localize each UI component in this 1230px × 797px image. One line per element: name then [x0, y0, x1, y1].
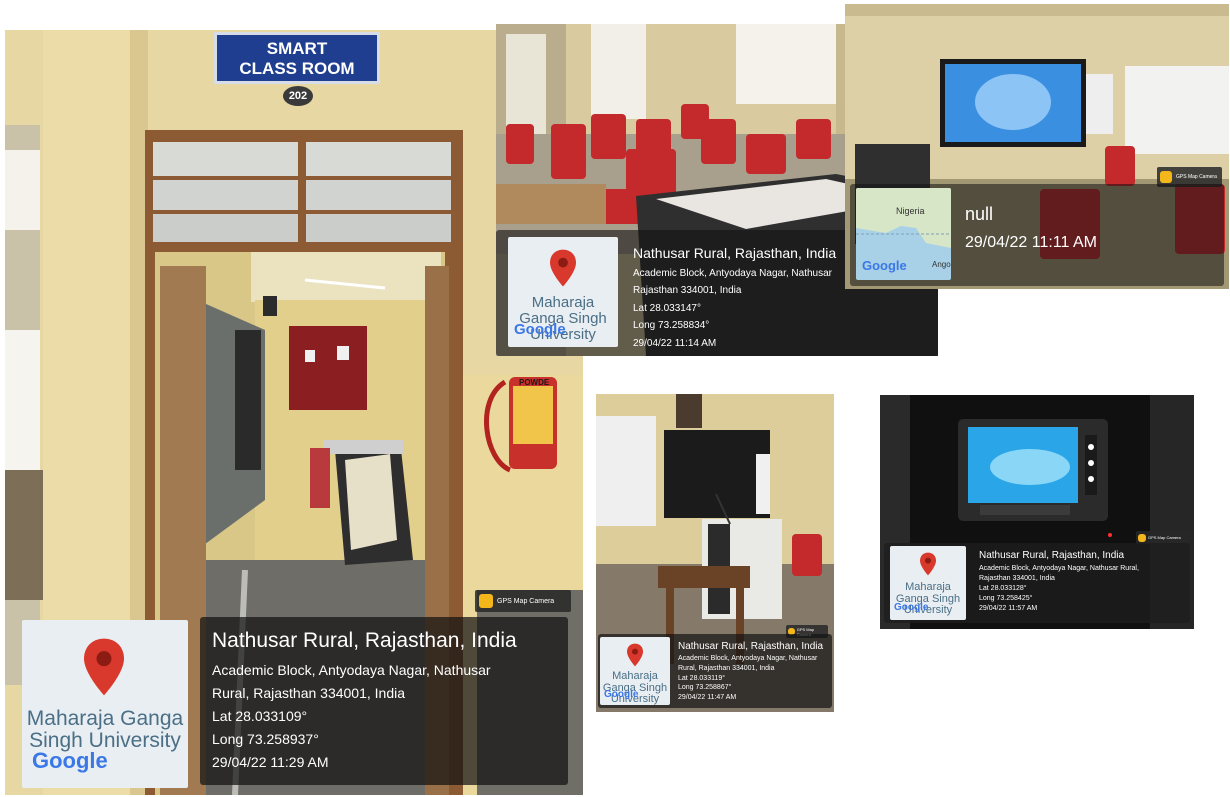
- google-logo: Google: [862, 258, 907, 273]
- map-university-label: Maharaja Ganga Singh University: [26, 707, 184, 753]
- gps-address-line-2: Rural, Rajasthan 334001, India: [212, 685, 406, 702]
- gps-address-line-1: Academic Block, Antyodaya Nagar, Nathusa…: [979, 564, 1139, 572]
- gps-location-title: null: [965, 204, 994, 224]
- gps-longitude: Long 73.258867°: [678, 684, 732, 692]
- map-pin-icon: [84, 638, 124, 696]
- gps-longitude: Long 73.258425°: [979, 594, 1033, 602]
- google-logo: Google: [32, 748, 108, 773]
- gps-location-title: Nathusar Rural, Rajasthan, India: [633, 245, 837, 261]
- gps-camera-icon: [479, 594, 493, 608]
- gps-camera-badge-label: GPS Map Camera: [1148, 535, 1181, 540]
- gps-datetime: 29/04/22 11:14 AM: [633, 337, 717, 349]
- map-pin-icon: [627, 643, 643, 667]
- gps-map-thumbnail: Maharaja Ganga Singh University Google: [22, 620, 188, 788]
- gps-location-title: Nathusar Rural, Rajasthan, India: [979, 550, 1125, 561]
- gps-address-line-1: Academic Block, Antyodaya Nagar, Nathusa…: [212, 662, 491, 679]
- gps-address-line-1: Academic Block, Antyodaya Nagar, Nathusa…: [633, 267, 832, 279]
- sign-line-1: SMART: [266, 39, 328, 58]
- gps-overlay-entrance: Nathusar Rural, Rajasthan, India Academi…: [200, 617, 568, 785]
- gps-map-thumbnail: Maharaja Ganga Singh University Google: [600, 637, 670, 705]
- gps-datetime: 29/04/22 11:11 AM: [965, 234, 1097, 252]
- gps-camera-badge-label: GPS Map Camera: [497, 597, 555, 605]
- gps-camera-badge-label: GPS Map Camera: [1176, 174, 1217, 180]
- gps-map-thumbnail-africa: Nigeria Ango Google: [856, 188, 951, 280]
- gps-datetime: 29/04/22 11:57 AM: [979, 605, 1038, 613]
- gps-address-line-1: Academic Block, Antyodaya Nagar, Nathusa…: [678, 655, 818, 662]
- room-number-plate: 202: [283, 86, 313, 106]
- gps-longitude: Long 73.258937°: [212, 731, 319, 748]
- photo-podium: GPS Map Camera Nathusar Rural, Rajasthan…: [596, 394, 834, 712]
- photo-control-panel: GPS Map Camera Nathusar Rural, Rajasthan…: [880, 395, 1194, 629]
- photo-smart-screen: GPS Map Camera null 29/04/22 11:11 AM Ni…: [845, 4, 1229, 289]
- gps-address-line-2: Rajasthan 334001, India: [979, 574, 1055, 582]
- map-pin-icon: [920, 552, 936, 576]
- google-logo: Google: [894, 602, 929, 613]
- gps-latitude: Lat 28.033147°: [633, 302, 701, 314]
- gps-latitude: Lat 28.033109°: [212, 708, 308, 725]
- gps-location-title: Nathusar Rural, Rajasthan, India: [212, 629, 517, 652]
- gps-datetime: 29/04/22 11:47 AM: [678, 694, 737, 702]
- map-country-label-2: Ango: [932, 260, 951, 269]
- extinguisher-label: POWDE: [519, 378, 550, 387]
- gps-address-line-2: Rural, Rajasthan 334001, India: [678, 664, 775, 672]
- map-country-label: Nigeria: [896, 206, 925, 216]
- gps-map-thumbnail: Maharaja Ganga Singh University Google: [890, 546, 966, 620]
- gps-address-line-2: Rajasthan 334001, India: [633, 285, 742, 297]
- gps-camera-icon: [1160, 171, 1172, 183]
- gps-latitude: Lat 28.033128°: [979, 584, 1027, 592]
- sign-line-2: CLASS ROOM: [239, 58, 355, 78]
- google-logo: Google: [604, 689, 639, 700]
- gps-camera-icon: [1138, 533, 1146, 542]
- smart-class-room-sign: SMART CLASS ROOM: [214, 32, 380, 84]
- gps-latitude: Lat 28.033119°: [678, 674, 726, 682]
- gps-datetime: 29/04/22 11:29 AM: [212, 753, 329, 770]
- gps-map-thumbnail: Maharaja Ganga Singh University Google: [508, 237, 618, 347]
- gps-longitude: Long 73.258834°: [633, 320, 710, 332]
- map-pin-icon: [550, 249, 576, 287]
- gps-location-title: Nathusar Rural, Rajasthan, India: [678, 641, 824, 652]
- google-logo: Google: [514, 321, 566, 338]
- gps-camera-badge: GPS Map Camera: [475, 590, 571, 612]
